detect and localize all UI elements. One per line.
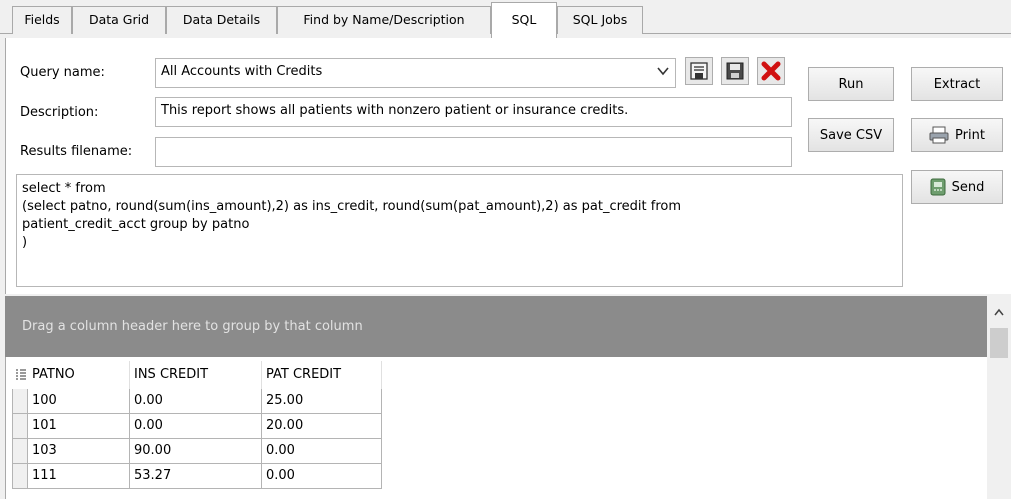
column-header-pat-credit[interactable]: PAT CREDIT xyxy=(262,361,382,389)
cell-ins-credit[interactable]: 0.00 xyxy=(130,414,262,439)
save-csv-button-label: Save CSV xyxy=(819,127,883,143)
cell-pat-credit[interactable]: 20.00 xyxy=(262,414,382,439)
row-selector[interactable] xyxy=(12,439,28,464)
tab-sql[interactable]: SQL xyxy=(491,2,557,38)
print-button[interactable]: Print xyxy=(911,118,1003,152)
group-by-panel[interactable]: Drag a column header here to group by th… xyxy=(5,296,987,357)
chevron-down-icon[interactable] xyxy=(657,65,669,79)
disk-icon xyxy=(690,62,708,80)
save-as-query-button[interactable] xyxy=(721,57,749,85)
query-name-combobox[interactable]: All Accounts with Credits xyxy=(155,58,676,88)
cell-pat-credit[interactable]: 25.00 xyxy=(262,389,382,414)
description-field[interactable]: This report shows all patients with nonz… xyxy=(155,97,792,127)
results-filename-label: Results filename: xyxy=(20,144,133,159)
tab-fields[interactable]: Fields xyxy=(12,6,72,34)
column-header-patno[interactable]: PATNO xyxy=(28,361,130,389)
row-selector[interactable] xyxy=(12,389,28,414)
tab-strip: Fields Data Grid Data Details Find by Na… xyxy=(0,0,1011,38)
send-device-icon xyxy=(930,178,946,196)
tab-sql-jobs[interactable]: SQL Jobs xyxy=(557,6,643,34)
floppy-disk-icon xyxy=(726,62,744,80)
print-button-label: Print xyxy=(955,127,985,143)
tab-label: Data Grid xyxy=(88,12,150,27)
tab-data-details[interactable]: Data Details xyxy=(166,6,277,34)
scrollbar-thumb[interactable] xyxy=(990,328,1008,358)
send-button[interactable]: Send xyxy=(911,170,1003,204)
cell-ins-credit[interactable]: 90.00 xyxy=(130,439,262,464)
run-button-label: Run xyxy=(838,76,864,92)
tab-label: SQL xyxy=(511,12,537,27)
column-chooser-icon[interactable] xyxy=(15,361,29,387)
run-button[interactable]: Run xyxy=(808,67,894,101)
tab-label: Data Details xyxy=(182,12,261,27)
cell-patno[interactable]: 101 xyxy=(28,414,130,439)
cell-pat-credit[interactable]: 0.00 xyxy=(262,439,382,464)
save-csv-button[interactable]: Save CSV xyxy=(808,118,894,152)
cell-patno[interactable]: 103 xyxy=(28,439,130,464)
printer-icon xyxy=(929,126,949,144)
cell-pat-credit[interactable]: 0.00 xyxy=(262,464,382,489)
scroll-up-icon[interactable] xyxy=(994,308,1004,316)
tab-find-by-name[interactable]: Find by Name/Description xyxy=(277,6,491,34)
tab-label: Fields xyxy=(24,12,60,27)
tab-label: SQL Jobs xyxy=(572,12,628,27)
grid-vertical-scrollbar[interactable] xyxy=(987,296,1011,499)
row-selector[interactable] xyxy=(12,414,28,439)
extract-button-label: Extract xyxy=(933,76,981,92)
send-button-label: Send xyxy=(951,179,985,195)
tab-data-grid[interactable]: Data Grid xyxy=(72,6,166,34)
extract-button[interactable]: Extract xyxy=(911,67,1003,101)
description-value: This report shows all patients with nonz… xyxy=(161,103,629,118)
sql-editor[interactable]: select * from (select patno, round(sum(i… xyxy=(16,174,903,287)
red-x-delete-icon xyxy=(761,61,781,81)
cell-ins-credit[interactable]: 0.00 xyxy=(130,389,262,414)
column-header-ins-credit[interactable]: INS CREDIT xyxy=(130,361,262,389)
query-name-label: Query name: xyxy=(20,65,105,80)
row-selector[interactable] xyxy=(12,464,28,489)
cell-patno[interactable]: 100 xyxy=(28,389,130,414)
cell-ins-credit[interactable]: 53.27 xyxy=(130,464,262,489)
delete-query-button[interactable] xyxy=(757,57,785,85)
tab-label: Find by Name/Description xyxy=(303,12,465,27)
group-by-hint: Drag a column header here to group by th… xyxy=(22,319,363,334)
query-name-value: All Accounts with Credits xyxy=(161,64,323,79)
results-filename-field[interactable] xyxy=(155,137,792,167)
cell-patno[interactable]: 111 xyxy=(28,464,130,489)
save-query-button[interactable] xyxy=(685,57,713,85)
description-label: Description: xyxy=(20,105,99,120)
